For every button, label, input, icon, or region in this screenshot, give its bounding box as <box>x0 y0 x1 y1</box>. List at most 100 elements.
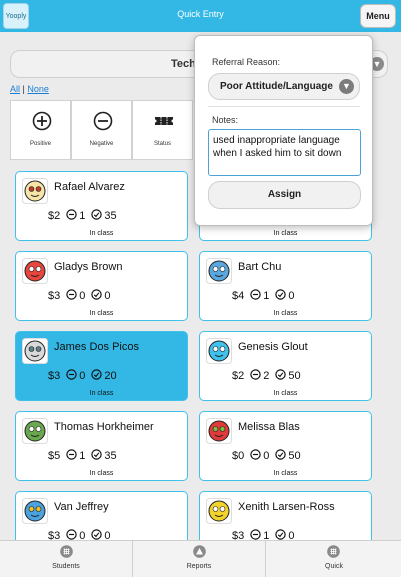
minus-circle-icon <box>66 529 77 540</box>
student-name: Genesis Glout <box>238 341 308 353</box>
clock-icon <box>275 369 287 380</box>
select-none-link[interactable]: None <box>27 84 49 94</box>
tab-students-label: Students <box>52 563 80 570</box>
ticket-icon <box>155 117 173 125</box>
cyclops-avatar <box>206 338 232 364</box>
assign-button[interactable]: Assign <box>208 181 361 209</box>
positive-label: Positive <box>29 141 51 147</box>
minus-circle-icon <box>66 369 77 380</box>
referral-reason-value: Poor Attitude/Language <box>220 81 333 92</box>
minutes-stat: 50 <box>275 449 301 462</box>
grid-icon <box>327 545 340 558</box>
student-card[interactable]: Bart Chu $4 1 0 In class <box>199 251 372 321</box>
clock-icon <box>275 449 287 460</box>
select-all-link[interactable]: All <box>10 84 20 94</box>
student-name: Melissa Blas <box>238 421 300 433</box>
top-bar: Yooply Quick Entry Menu <box>0 0 401 32</box>
tab-quick-label: Quick <box>325 563 343 570</box>
menu-button[interactable]: Menu <box>360 4 396 28</box>
mushroom-avatar <box>22 258 48 284</box>
student-status: In class <box>89 310 114 317</box>
student-card[interactable]: Melissa Blas $0 0 50 In class <box>199 411 372 481</box>
referral-popover: Referral Reason: Poor Attitude/Language … <box>194 35 373 226</box>
student-status: In class <box>89 230 114 237</box>
minutes-count: 50 <box>288 370 301 382</box>
minutes-stat: 50 <box>275 369 301 382</box>
student-stats: $3 0 0 <box>48 289 117 302</box>
minutes-stat: 35 <box>91 449 117 462</box>
student-stats: $3 0 20 <box>48 369 123 382</box>
minus-circle-icon <box>66 449 77 460</box>
minus-circle-icon <box>250 289 261 300</box>
clock-icon <box>91 209 103 220</box>
negative-stat: 1 <box>250 289 269 302</box>
clock-icon <box>91 369 103 380</box>
negative-count: 1 <box>79 210 86 222</box>
grid-icon <box>60 545 73 558</box>
negative-count: 0 <box>79 290 86 302</box>
dollar-count: $0 <box>232 450 245 462</box>
student-stats: $2 1 35 <box>48 209 123 222</box>
plus-circle-icon <box>32 111 52 131</box>
negative-stat: 0 <box>66 369 85 382</box>
tab-bar: Students Reports Quick <box>0 540 401 577</box>
student-stats: $2 2 50 <box>232 369 307 382</box>
student-name: Van Jeffrey <box>54 501 109 513</box>
student-status: In class <box>273 310 298 317</box>
clock-icon <box>91 289 103 300</box>
warning-icon <box>193 545 206 558</box>
blue-monster-avatar <box>206 258 232 284</box>
strawberry-avatar <box>206 418 232 444</box>
student-card[interactable]: Rafael Alvarez $2 1 35 In class <box>15 171 188 241</box>
negative-count: 2 <box>263 370 270 382</box>
dollar-count: $4 <box>232 290 245 302</box>
dollar-count: $2 <box>48 210 61 222</box>
minutes-count: 50 <box>288 450 301 462</box>
tab-students[interactable]: Students <box>0 541 133 577</box>
dollar-count: $5 <box>48 450 61 462</box>
negative-stat: 2 <box>250 369 269 382</box>
minutes-stat: 20 <box>91 369 117 382</box>
yellow-monster-avatar <box>206 498 232 524</box>
page-title: Quick Entry <box>177 9 224 19</box>
helmet-avatar <box>22 338 48 364</box>
skull-avatar <box>22 178 48 204</box>
minus-circle-icon <box>66 209 77 220</box>
student-name: Bart Chu <box>238 261 282 273</box>
minutes-count: 0 <box>288 290 295 302</box>
negative-stat: 0 <box>66 289 85 302</box>
minus-circle-icon <box>250 529 261 540</box>
negative-stat: 1 <box>66 449 85 462</box>
dollar-count: $3 <box>48 290 61 302</box>
negative-label: Negative <box>89 141 114 147</box>
clock-icon <box>275 529 287 540</box>
minus-circle-icon <box>250 449 261 460</box>
minutes-count: 20 <box>104 370 117 382</box>
student-name: Gladys Brown <box>54 261 123 273</box>
student-stats: $4 1 0 <box>232 289 301 302</box>
referral-reason-select[interactable]: Poor Attitude/Language ▼ <box>208 73 360 100</box>
tab-reports[interactable]: Reports <box>133 541 266 577</box>
student-stats: $0 0 50 <box>232 449 307 462</box>
student-card[interactable]: Thomas Horkheimer $5 1 35 In class <box>15 411 188 481</box>
negative-count: 1 <box>263 290 270 302</box>
clock-icon <box>91 529 103 540</box>
student-card[interactable]: Genesis Glout $2 2 50 In class <box>199 331 372 401</box>
divider <box>208 106 360 107</box>
selection-links: All | None <box>10 84 49 94</box>
minutes-count: 35 <box>104 450 117 462</box>
negative-action-button[interactable]: Negative <box>71 100 132 160</box>
notes-field[interactable]: used inappropriate language when I asked… <box>208 129 361 176</box>
tab-quick[interactable]: Quick <box>267 541 401 577</box>
student-name: James Dos Picos <box>54 341 139 353</box>
status-action-button[interactable]: Status <box>132 100 193 160</box>
student-name: Xenith Larsen-Ross <box>238 501 335 513</box>
minutes-count: 0 <box>104 290 111 302</box>
positive-action-button[interactable]: Positive <box>10 100 71 160</box>
student-card[interactable]: Gladys Brown $3 0 0 In class <box>15 251 188 321</box>
student-card[interactable]: James Dos Picos $3 0 20 In class <box>15 331 188 401</box>
minutes-stat: 0 <box>91 289 111 302</box>
minutes-stat: 35 <box>91 209 117 222</box>
student-status: In class <box>273 470 298 477</box>
goblin-avatar <box>22 418 48 444</box>
